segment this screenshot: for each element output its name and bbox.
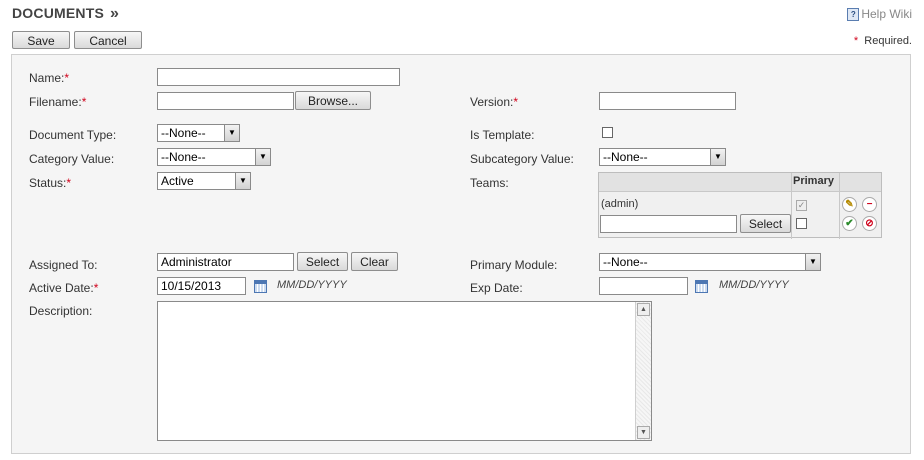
confirm-team-icon[interactable]: ✔	[842, 216, 857, 231]
exp-date-input[interactable]	[599, 277, 688, 295]
team-new-primary-checkbox[interactable]	[796, 218, 807, 229]
chevron-down-icon[interactable]: ▼	[710, 149, 725, 165]
category-value-select[interactable]: --None-- ▼	[157, 148, 271, 166]
active-date-label: Active Date:*	[29, 281, 98, 295]
teams-divider	[839, 173, 840, 239]
cancel-button[interactable]: Cancel	[74, 31, 142, 49]
active-date-required-star: *	[93, 281, 99, 295]
status-required-star: *	[66, 176, 72, 190]
scroll-down-icon[interactable]: ▼	[637, 426, 650, 439]
help-wiki-label[interactable]: Help Wiki	[861, 7, 912, 21]
description-textarea[interactable]: ▲ ▼	[157, 301, 652, 441]
status-label: Status:*	[29, 176, 71, 190]
required-star: *	[853, 35, 859, 47]
calendar-icon[interactable]	[254, 280, 267, 293]
page-title-text: DOCUMENTS	[12, 5, 105, 21]
remove-team-icon[interactable]: −	[862, 197, 877, 212]
description-value	[158, 302, 651, 308]
is-template-checkbox[interactable]	[602, 127, 613, 138]
filename-required-star: *	[81, 95, 87, 109]
status-value: Active	[161, 174, 194, 188]
active-date-input[interactable]: 10/15/2013	[157, 277, 246, 295]
browse-button[interactable]: Browse...	[295, 91, 371, 110]
filename-input[interactable]	[157, 92, 294, 110]
version-label-text: Version:	[470, 95, 514, 109]
teams-widget: Primary (admin) ✓ ✎ − Select ✔ ⊘	[598, 172, 882, 239]
name-label: Name:*	[29, 71, 69, 85]
subcategory-value-label: Subcategory Value:	[470, 152, 574, 166]
is-template-label: Is Template:	[470, 128, 535, 142]
chevron-icon[interactable]: »	[110, 5, 119, 22]
required-note: * Required.	[854, 35, 912, 47]
category-value-label: Category Value:	[29, 152, 115, 166]
primary-module-select[interactable]: --None-- ▼	[599, 253, 821, 271]
help-wiki-link[interactable]: ? Help Wiki	[847, 7, 912, 21]
cancel-team-icon[interactable]: ⊘	[862, 216, 877, 231]
assigned-to-clear-button[interactable]: Clear	[351, 252, 398, 271]
version-required-star: *	[513, 95, 519, 109]
subcategory-value-value: --None--	[603, 150, 648, 164]
teams-primary-header: Primary	[793, 175, 834, 187]
filename-label-text: Filename:	[29, 95, 82, 109]
chevron-down-icon[interactable]: ▼	[235, 173, 250, 189]
edit-team-icon[interactable]: ✎	[842, 197, 857, 212]
status-select[interactable]: Active ▼	[157, 172, 251, 190]
assigned-to-select-button[interactable]: Select	[297, 252, 348, 271]
category-value-value: --None--	[161, 150, 206, 164]
team-row-primary-checkbox[interactable]: ✓	[796, 200, 807, 211]
team-row-name: (admin)	[601, 198, 639, 210]
edit-form-panel: Name:* Filename:* Browse... Version:* Do…	[11, 54, 911, 454]
chevron-down-icon[interactable]: ▼	[255, 149, 270, 165]
chevron-down-icon[interactable]: ▼	[805, 254, 820, 270]
save-button[interactable]: Save	[12, 31, 70, 49]
calendar-icon[interactable]	[695, 280, 708, 293]
name-required-star: *	[64, 71, 70, 85]
name-input[interactable]	[157, 68, 400, 86]
name-label-text: Name:	[29, 71, 65, 85]
teams-divider	[791, 173, 792, 239]
active-date-format-hint: MM/DD/YYYY	[277, 279, 347, 291]
status-label-text: Status:	[29, 176, 67, 190]
subcategory-value-select[interactable]: --None-- ▼	[599, 148, 726, 166]
description-scrollbar[interactable]: ▲ ▼	[635, 302, 651, 440]
exp-date-label: Exp Date:	[470, 281, 523, 295]
page-title: DOCUMENTS »	[12, 5, 119, 23]
assigned-to-label: Assigned To:	[29, 258, 98, 272]
filename-label: Filename:*	[29, 95, 86, 109]
team-new-input[interactable]	[600, 215, 737, 233]
version-label: Version:*	[470, 95, 518, 109]
description-label: Description:	[29, 304, 93, 318]
exp-date-format-hint: MM/DD/YYYY	[719, 279, 789, 291]
help-book-icon[interactable]: ?	[847, 7, 860, 21]
team-select-button[interactable]: Select	[740, 214, 791, 233]
primary-module-label: Primary Module:	[470, 258, 558, 272]
version-input[interactable]	[599, 92, 736, 110]
scroll-up-icon[interactable]: ▲	[637, 303, 650, 316]
document-type-label: Document Type:	[29, 128, 117, 142]
teams-label: Teams:	[470, 176, 509, 190]
document-type-select[interactable]: --None-- ▼	[157, 124, 240, 142]
primary-module-value: --None--	[603, 255, 648, 269]
required-note-text: Required.	[864, 35, 912, 47]
chevron-down-icon[interactable]: ▼	[224, 125, 239, 141]
document-type-value: --None--	[161, 126, 206, 140]
active-date-label-text: Active Date:	[29, 281, 94, 295]
assigned-to-input[interactable]: Administrator	[157, 253, 294, 271]
